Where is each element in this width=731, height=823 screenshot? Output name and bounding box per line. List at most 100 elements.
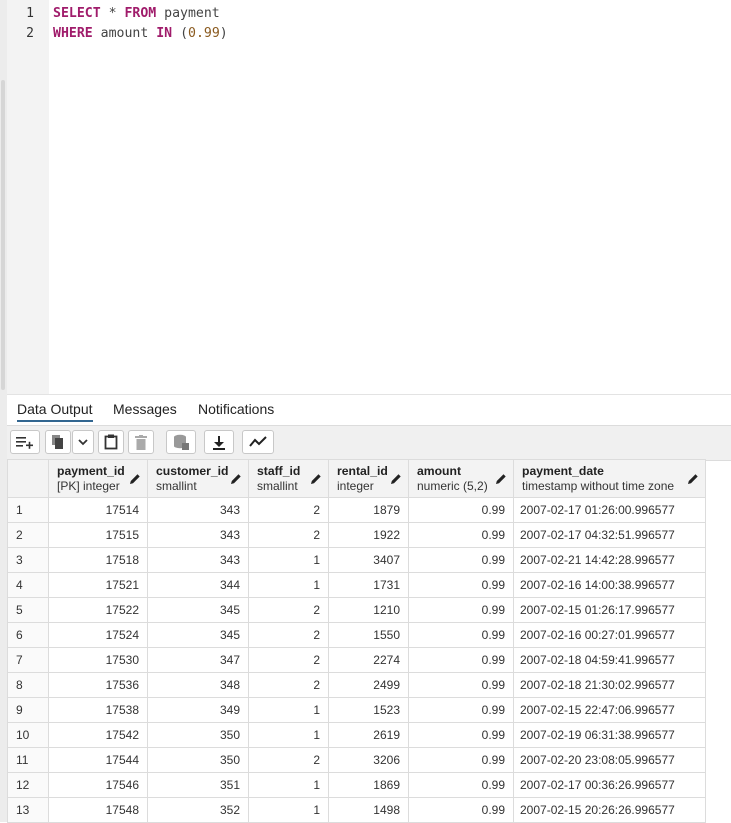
payment-date-cell[interactable]: 2007-02-19 06:31:38.996577 <box>513 722 706 748</box>
pencil-icon[interactable] <box>230 473 242 485</box>
table-row[interactable]: 11 17544 350 2 3206 0.99 2007-02-20 23:08:05.9… <box>7 747 706 773</box>
customer-id-cell[interactable]: 350 <box>147 722 249 748</box>
payment-id-cell[interactable]: 17522 <box>48 597 148 623</box>
rental-id-cell[interactable]: 1731 <box>328 572 409 598</box>
payment-id-cell[interactable]: 17548 <box>48 797 148 823</box>
code-line-1[interactable]: SELECT * FROM payment <box>53 6 220 21</box>
row-number[interactable]: 2 <box>7 522 49 548</box>
amount-cell[interactable]: 0.99 <box>408 622 514 648</box>
table-row[interactable]: 4 17521 344 1 1731 0.99 2007-02-16 14:00:38.99… <box>7 572 706 598</box>
staff-id-cell[interactable]: 2 <box>248 497 329 523</box>
rental-id-cell[interactable]: 1869 <box>328 772 409 798</box>
payment-date-cell[interactable]: 2007-02-17 00:36:26.996577 <box>513 772 706 798</box>
payment-date-cell[interactable]: 2007-02-21 14:42:28.996577 <box>513 547 706 573</box>
pencil-icon[interactable] <box>687 473 699 485</box>
staff-id-cell[interactable]: 1 <box>248 772 329 798</box>
customer-id-cell[interactable]: 349 <box>147 697 249 723</box>
staff-id-cell[interactable]: 1 <box>248 572 329 598</box>
pencil-icon[interactable] <box>129 473 141 485</box>
table-row[interactable]: 13 17548 352 1 1498 0.99 2007-02-15 20:26:26.9… <box>7 797 706 823</box>
row-number[interactable]: 5 <box>7 597 49 623</box>
download-button[interactable] <box>204 430 234 454</box>
rental-id-cell[interactable]: 1498 <box>328 797 409 823</box>
rental-id-cell[interactable]: 2274 <box>328 647 409 673</box>
customer-id-cell[interactable]: 347 <box>147 647 249 673</box>
row-number[interactable]: 11 <box>7 747 49 773</box>
payment-id-cell[interactable]: 17524 <box>48 622 148 648</box>
rental-id-cell[interactable]: 1879 <box>328 497 409 523</box>
amount-cell[interactable]: 0.99 <box>408 497 514 523</box>
customer-id-cell[interactable]: 345 <box>147 597 249 623</box>
customer-id-cell[interactable]: 351 <box>147 772 249 798</box>
table-row[interactable]: 3 17518 343 1 3407 0.99 2007-02-21 14:42:28.99… <box>7 547 706 573</box>
row-number[interactable]: 10 <box>7 722 49 748</box>
payment-id-cell[interactable]: 17544 <box>48 747 148 773</box>
table-row[interactable]: 1 17514 343 2 1879 0.99 2007-02-17 01:26:00.99… <box>7 497 706 523</box>
payment-date-cell[interactable]: 2007-02-16 14:00:38.996577 <box>513 572 706 598</box>
payment-date-cell[interactable]: 2007-02-17 01:26:00.996577 <box>513 497 706 523</box>
rental-id-cell[interactable]: 2619 <box>328 722 409 748</box>
amount-cell[interactable]: 0.99 <box>408 597 514 623</box>
amount-cell[interactable]: 0.99 <box>408 772 514 798</box>
row-number[interactable]: 3 <box>7 547 49 573</box>
customer-id-cell[interactable]: 344 <box>147 572 249 598</box>
table-row[interactable]: 2 17515 343 2 1922 0.99 2007-02-17 04:32:51.99… <box>7 522 706 548</box>
rental-id-cell[interactable]: 1523 <box>328 697 409 723</box>
save-data-button[interactable] <box>166 430 196 454</box>
column-header[interactable]: payment_date timestamp without time zone <box>513 459 706 498</box>
rental-id-cell[interactable]: 1922 <box>328 522 409 548</box>
staff-id-cell[interactable]: 1 <box>248 722 329 748</box>
payment-id-cell[interactable]: 17515 <box>48 522 148 548</box>
copy-button[interactable] <box>45 430 71 454</box>
amount-cell[interactable]: 0.99 <box>408 522 514 548</box>
column-header[interactable]: customer_id smallint <box>147 459 249 498</box>
tab-messages[interactable]: Messages <box>113 401 177 417</box>
pencil-icon[interactable] <box>310 473 322 485</box>
staff-id-cell[interactable]: 2 <box>248 672 329 698</box>
payment-id-cell[interactable]: 17546 <box>48 772 148 798</box>
amount-cell[interactable]: 0.99 <box>408 672 514 698</box>
table-row[interactable]: 10 17542 350 1 2619 0.99 2007-02-19 06:31:38.9… <box>7 722 706 748</box>
amount-cell[interactable]: 0.99 <box>408 647 514 673</box>
pencil-icon[interactable] <box>390 473 402 485</box>
table-row[interactable]: 8 17536 348 2 2499 0.99 2007-02-18 21:30:02.99… <box>7 672 706 698</box>
payment-date-cell[interactable]: 2007-02-15 01:26:17.996577 <box>513 597 706 623</box>
column-header[interactable]: payment_id [PK] integer <box>48 459 148 498</box>
payment-date-cell[interactable]: 2007-02-18 21:30:02.996577 <box>513 672 706 698</box>
payment-id-cell[interactable]: 17521 <box>48 572 148 598</box>
amount-cell[interactable]: 0.99 <box>408 547 514 573</box>
row-number[interactable]: 4 <box>7 572 49 598</box>
staff-id-cell[interactable]: 2 <box>248 597 329 623</box>
payment-date-cell[interactable]: 2007-02-15 20:26:26.996577 <box>513 797 706 823</box>
paste-button[interactable] <box>98 430 124 454</box>
customer-id-cell[interactable]: 352 <box>147 797 249 823</box>
customer-id-cell[interactable]: 343 <box>147 547 249 573</box>
amount-cell[interactable]: 0.99 <box>408 697 514 723</box>
table-row[interactable]: 6 17524 345 2 1550 0.99 2007-02-16 00:27:01.99… <box>7 622 706 648</box>
row-number[interactable]: 1 <box>7 497 49 523</box>
payment-id-cell[interactable]: 17536 <box>48 672 148 698</box>
pencil-icon[interactable] <box>495 473 507 485</box>
staff-id-cell[interactable]: 1 <box>248 547 329 573</box>
rental-id-cell[interactable]: 1550 <box>328 622 409 648</box>
payment-date-cell[interactable]: 2007-02-17 04:32:51.996577 <box>513 522 706 548</box>
rental-id-cell[interactable]: 1210 <box>328 597 409 623</box>
delete-button[interactable] <box>128 430 154 454</box>
payment-id-cell[interactable]: 17514 <box>48 497 148 523</box>
payment-id-cell[interactable]: 17530 <box>48 647 148 673</box>
rental-id-cell[interactable]: 2499 <box>328 672 409 698</box>
row-number[interactable]: 8 <box>7 672 49 698</box>
copy-options-button[interactable] <box>72 430 94 454</box>
staff-id-cell[interactable]: 1 <box>248 697 329 723</box>
amount-cell[interactable]: 0.99 <box>408 747 514 773</box>
graph-visualiser-button[interactable] <box>242 430 274 454</box>
table-row[interactable]: 7 17530 347 2 2274 0.99 2007-02-18 04:59:41.99… <box>7 647 706 673</box>
query-editor[interactable]: 1 2 SELECT * FROM payment WHERE amount I… <box>7 0 731 394</box>
table-row[interactable]: 5 17522 345 2 1210 0.99 2007-02-15 01:26:17.99… <box>7 597 706 623</box>
tab-notifications[interactable]: Notifications <box>198 401 274 417</box>
amount-cell[interactable]: 0.99 <box>408 797 514 823</box>
staff-id-cell[interactable]: 2 <box>248 522 329 548</box>
payment-id-cell[interactable]: 17518 <box>48 547 148 573</box>
staff-id-cell[interactable]: 2 <box>248 647 329 673</box>
payment-date-cell[interactable]: 2007-02-16 00:27:01.996577 <box>513 622 706 648</box>
